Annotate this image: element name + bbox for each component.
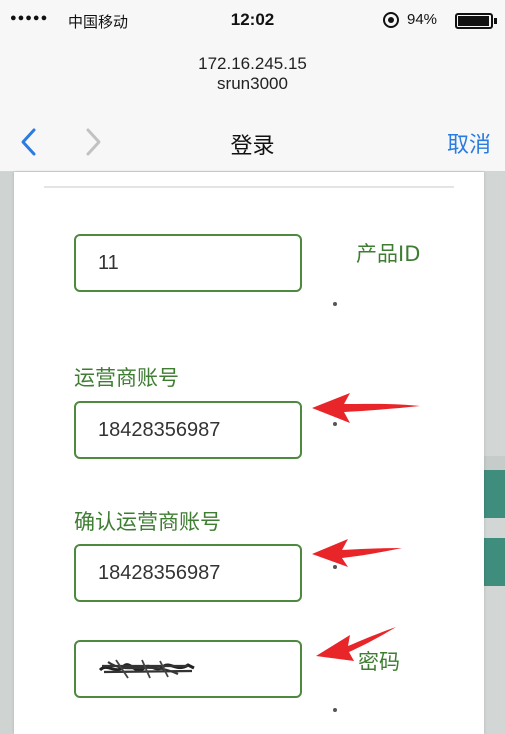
battery-percent: 94% [407,11,438,28]
product-id-label: 产品ID [356,242,421,266]
annotation-arrow-icon [312,539,402,567]
divider [44,186,454,188]
bullet-dot [333,708,337,712]
background-page-button [484,470,505,518]
annotation-arrow-icon [316,627,396,661]
forward-button[interactable] [78,124,108,160]
background-page-edge [484,456,505,470]
background-page-button [484,538,505,586]
carrier-account-label: 运营商账号 [74,366,179,390]
product-id-input[interactable]: 11 [74,234,302,292]
background-page-edge [484,172,505,734]
carrier-account-input[interactable]: 18428356987 [74,401,302,459]
orientation-lock-icon [383,12,399,28]
chevron-left-icon [21,128,36,156]
host-ip: 172.16.245.15 [198,54,307,73]
cancel-button[interactable]: 取消 [447,127,491,159]
redaction-scribble-icon [98,659,195,679]
address-bar[interactable]: 172.16.245.15 srun3000 [0,44,505,114]
chevron-right-icon [86,128,101,156]
confirm-carrier-account-label: 确认运营商账号 [74,510,221,534]
password-input[interactable] [74,640,302,698]
battery-icon [455,13,497,29]
back-button[interactable] [14,124,44,160]
background-page-edge [0,172,14,734]
confirm-carrier-account-input[interactable]: 18428356987 [74,544,302,602]
annotation-arrow-icon [312,393,420,423]
page-title: 登录 [230,134,275,159]
nav-bar: 登录 取消 [0,114,505,172]
bullet-dot [333,302,337,306]
status-bar: ●●●●● 中国移动 12:02 94% [0,0,505,44]
host-name: srun3000 [217,74,288,93]
login-form-card: 11 产品ID 运营商账号 18428356987 确认运营商账号 184283… [14,172,484,734]
